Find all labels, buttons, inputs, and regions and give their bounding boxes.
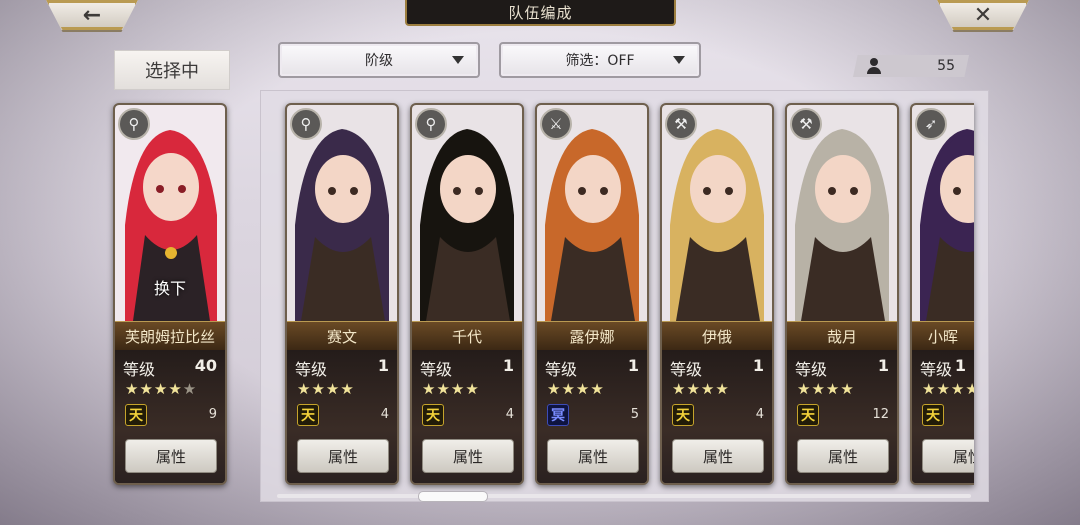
character-info: 等级 1 ★★★★ 天 属性 — [912, 350, 974, 483]
rank-sort-label: 阶级 — [365, 53, 393, 69]
character-info: 等级 1 ★★★★ 天 4 属性 — [662, 350, 772, 483]
character-name: 芙朗姆拉比丝 — [115, 321, 225, 351]
level-value: 1 — [502, 356, 514, 375]
attribute-badge: 天 — [922, 404, 944, 426]
character-name: 千代 — [412, 321, 522, 351]
filled-stars: ★★★★ — [125, 380, 183, 398]
swap-out-label: 换下 — [153, 279, 186, 298]
weapon-class-icon: ⚲ — [118, 108, 150, 140]
level-label: 等级 — [545, 360, 578, 379]
level-label: 等级 — [123, 360, 156, 379]
unit-number: 12 — [872, 407, 889, 422]
level-label: 等级 — [795, 360, 828, 379]
attribute-badge: 天 — [672, 404, 694, 426]
rarity-stars: ★★★★ — [922, 380, 974, 398]
character-card[interactable]: ⚒ 哉月 等级 1 ★★★★ 天 12 属性 — [785, 103, 899, 485]
rank-sort-dropdown[interactable]: 阶级 — [278, 42, 480, 78]
weapon-class-icon: ⚒ — [790, 108, 822, 140]
attribute-badge: 天 — [297, 404, 319, 426]
horizontal-scrollbar-thumb[interactable] — [418, 491, 488, 502]
rarity-stars: ★★★★ — [297, 380, 355, 398]
rarity-stars: ★★★★★ — [125, 380, 197, 398]
unit-count-value: 55 — [937, 58, 955, 74]
unit-number: 5 — [630, 407, 639, 422]
level-value: 1 — [877, 356, 889, 375]
level-label: 等级 — [920, 360, 953, 379]
close-button[interactable]: ✕ — [937, 0, 1029, 32]
character-card[interactable]: ➶ 小晖 等级 1 ★★★★ 天 属性 — [910, 103, 974, 485]
character-info: 等级 1 ★★★★ 天 4 属性 — [287, 350, 397, 483]
level-label: 等级 — [295, 360, 328, 379]
level-value: 40 — [194, 356, 217, 375]
character-card[interactable]: ⚲ 千代 等级 1 ★★★★ 天 4 属性 — [410, 103, 524, 485]
unit-count-display: 55 — [853, 55, 969, 77]
level-label: 等级 — [670, 360, 703, 379]
back-button[interactable]: ← — [46, 0, 138, 32]
attribute-badge: 天 — [797, 404, 819, 426]
unit-number: 4 — [505, 407, 514, 422]
level-value: 1 — [377, 356, 389, 375]
filter-dropdown[interactable]: 筛选：OFF — [499, 42, 701, 78]
level-label: 等级 — [420, 360, 453, 379]
character-card[interactable]: ⚔ 露伊娜 等级 1 ★★★★ 冥 5 属性 — [535, 103, 649, 485]
weapon-class-icon: ⚲ — [290, 108, 322, 140]
rarity-stars: ★★★★ — [547, 380, 605, 398]
character-name: 伊俄 — [662, 321, 772, 351]
character-name: 赛文 — [287, 321, 397, 351]
page-title: 队伍编成 — [405, 0, 676, 26]
horizontal-scrollbar-track[interactable] — [277, 494, 971, 498]
character-info: 等级 1 ★★★★ 天 12 属性 — [787, 350, 897, 483]
filter-label: 筛选：OFF — [565, 53, 635, 69]
attribute-button[interactable]: 属性 — [547, 439, 639, 473]
rarity-stars: ★★★★ — [672, 380, 730, 398]
level-value: 1 — [954, 356, 966, 375]
weapon-class-icon: ⚒ — [665, 108, 697, 140]
weapon-class-icon: ⚔ — [540, 108, 572, 140]
empty-star: ★ — [182, 380, 198, 398]
selecting-label: 选择中 — [114, 50, 230, 90]
person-icon — [867, 58, 881, 74]
level-value: 1 — [752, 356, 764, 375]
attribute-button[interactable]: 属性 — [672, 439, 764, 473]
unit-number: 9 — [208, 407, 217, 422]
chevron-down-icon — [673, 56, 685, 64]
character-card[interactable]: ⚒ 伊俄 等级 1 ★★★★ 天 4 属性 — [660, 103, 774, 485]
attribute-button[interactable]: 属性 — [422, 439, 514, 473]
unit-number: 4 — [380, 407, 389, 422]
unit-number: 4 — [755, 407, 764, 422]
attribute-button[interactable]: 属性 — [797, 439, 889, 473]
character-info: 等级 40 ★★★★★ 天 9 属性 — [115, 350, 225, 483]
attribute-button[interactable]: 属性 — [922, 439, 974, 473]
character-name: 小晖 — [912, 321, 974, 351]
rarity-stars: ★★★★ — [797, 380, 855, 398]
weapon-class-icon: ⚲ — [415, 108, 447, 140]
selected-character-card[interactable]: ⚲ 换下 芙朗姆拉比丝 等级 40 ★★★★★ 天 9 属性 — [113, 103, 227, 485]
chevron-down-icon — [452, 56, 464, 64]
attribute-button[interactable]: 属性 — [297, 439, 389, 473]
character-name: 哉月 — [787, 321, 897, 351]
attribute-badge: 冥 — [547, 404, 569, 426]
weapon-class-icon: ➶ — [915, 108, 947, 140]
character-name: 露伊娜 — [537, 321, 647, 351]
rarity-stars: ★★★★ — [422, 380, 480, 398]
character-card[interactable]: ⚲ 赛文 等级 1 ★★★★ 天 4 属性 — [285, 103, 399, 485]
back-arrow-icon: ← — [82, 2, 102, 28]
attribute-button[interactable]: 属性 — [125, 439, 217, 473]
character-info: 等级 1 ★★★★ 冥 5 属性 — [537, 350, 647, 483]
close-icon: ✕ — [973, 2, 993, 28]
character-info: 等级 1 ★★★★ 天 4 属性 — [412, 350, 522, 483]
attribute-badge: 天 — [422, 404, 444, 426]
attribute-badge: 天 — [125, 404, 147, 426]
level-value: 1 — [627, 356, 639, 375]
